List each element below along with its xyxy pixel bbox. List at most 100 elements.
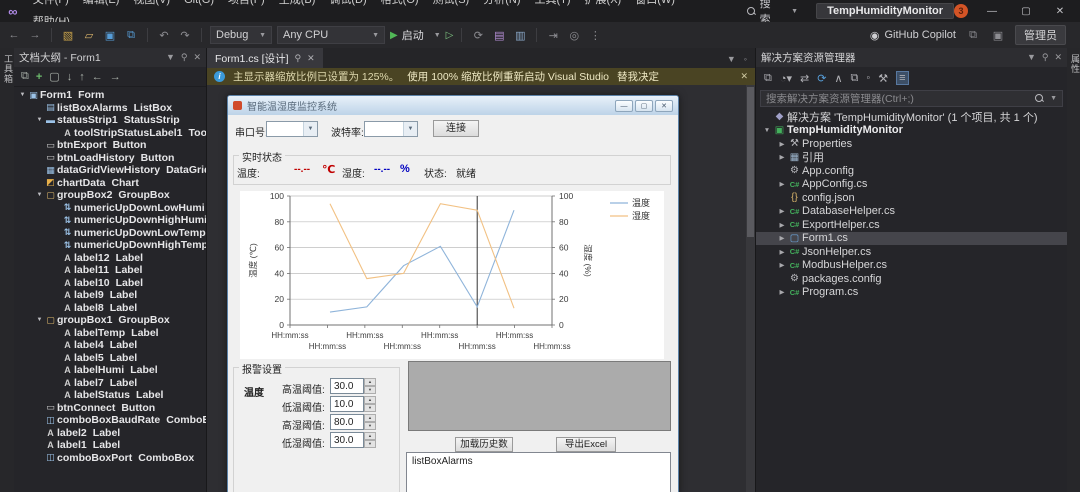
save-all-icon[interactable]: ⧉ — [123, 29, 139, 42]
solution-item-properties[interactable]: ▶ ⚒ Properties — [756, 137, 1067, 151]
solution-item-引用[interactable]: ▶ ▦ 引用 — [756, 151, 1067, 164]
outline-item-label8[interactable]: Alabel8 Label — [14, 302, 206, 315]
outline-item-numericupdownhightemp[interactable]: ⇅numericUpDownHighTempNumericUpDown — [14, 239, 206, 252]
window-position-icon[interactable]: ▼ — [1027, 52, 1036, 63]
decide-for-me-link[interactable]: 替我决定 — [617, 69, 659, 84]
solution-item-modbushelper-cs[interactable]: ▶ C# ModbusHelper.cs — [756, 259, 1067, 273]
collapse-all-icon[interactable]: ⧉ — [21, 70, 29, 83]
send-feedback-icon[interactable]: ⧉ — [965, 29, 981, 42]
outline-item-label9[interactable]: Alabel9 Label — [14, 289, 206, 302]
spin-up-icon[interactable]: ▲ — [364, 414, 376, 422]
expanded-arrow-icon[interactable]: ▼ — [35, 192, 44, 198]
outline-item-labelhumi[interactable]: AlabelHumi Label — [14, 364, 206, 377]
menu-git[interactable]: Git(G) — [177, 0, 221, 6]
history-datagrid[interactable] — [408, 361, 671, 431]
solution-item-temphumiditymonitor[interactable]: ▼ ▣ TempHumidityMonitor — [756, 124, 1067, 138]
solution-item-program-cs[interactable]: ▶ C# Program.cs — [756, 286, 1067, 300]
collapsed-arrow-icon[interactable]: ▶ — [777, 153, 787, 161]
outline-item-btnexport[interactable]: ▭ btnExport Button — [14, 139, 206, 152]
save-icon[interactable]: ▣ — [102, 29, 118, 42]
properties-icon[interactable]: ⧉ — [851, 72, 859, 85]
move-out-icon[interactable]: ← — [92, 71, 103, 83]
outline-item-label5[interactable]: Alabel5 Label — [14, 352, 206, 365]
load-history-button[interactable]: 加载历史数 — [455, 437, 513, 452]
menu-build[interactable]: 生成(B) — [272, 0, 323, 6]
high-humi-threshold-input[interactable]: 80.0 — [330, 414, 364, 430]
close-panel-icon[interactable]: ✕ — [193, 52, 201, 63]
preview-icon[interactable]: ◦ — [866, 72, 870, 84]
outline-item-label7[interactable]: Alabel7 Label — [14, 377, 206, 390]
collapsed-arrow-icon[interactable]: ▶ — [777, 261, 787, 269]
notification-badge[interactable]: 3 — [954, 4, 968, 18]
menu-window[interactable]: 窗口(W) — [628, 0, 682, 6]
github-copilot-button[interactable]: ◉ GitHub Copilot — [870, 29, 956, 42]
pin-icon[interactable]: ⚲ — [181, 52, 188, 63]
document-list-chevron-icon[interactable]: ▼ — [727, 54, 736, 64]
restore-button[interactable]: ▢ — [1016, 6, 1036, 17]
menu-project[interactable]: 项目(P) — [221, 0, 272, 6]
document-well-options-icon[interactable]: ◦ — [744, 54, 747, 64]
forms-designer-surface[interactable]: 智能温湿度监控系统 — ▢ ✕ 串口号: ▼ 波特率: ▼ 连接 实时状态 温度… — [207, 85, 755, 492]
toolbar-overflow-icon[interactable]: ⋮ — [587, 29, 603, 42]
collapsed-arrow-icon[interactable]: ▶ — [777, 221, 787, 229]
spin-up-icon[interactable]: ▲ — [364, 396, 376, 404]
show-all-files-icon[interactable]: ≡ — [896, 71, 909, 85]
outline-item-btnconnect[interactable]: ▭ btnConnect Button — [14, 402, 206, 415]
solution-item-databasehelper-cs[interactable]: ▶ C# DatabaseHelper.cs — [756, 205, 1067, 219]
menu-debug[interactable]: 调试(D) — [322, 0, 373, 6]
spin-down-icon[interactable]: ▼ — [364, 404, 376, 412]
move-in-icon[interactable]: → — [110, 71, 121, 83]
close-panel-icon[interactable]: ✕ — [1054, 52, 1062, 63]
low-temp-threshold-input[interactable]: 10.0 — [330, 396, 364, 412]
find-in-files-icon[interactable]: ▤ — [491, 29, 507, 42]
move-down-icon[interactable]: ↓ — [67, 71, 73, 83]
outline-item-numericupdownhighhumi[interactable]: ⇅numericUpDownHighHumiNumericUpDown — [14, 214, 206, 227]
collapsed-arrow-icon[interactable]: ▶ — [777, 140, 787, 148]
high-temp-threshold-input[interactable]: 30.0 — [330, 378, 364, 394]
pin-icon[interactable]: ⚲ — [295, 53, 302, 64]
toolbox-window-icon[interactable]: ▥ — [512, 29, 528, 42]
outline-item-groupbox1[interactable]: ▼ ▢ groupBox1 GroupBox — [14, 314, 206, 327]
outline-item-label12[interactable]: Alabel12 Label — [14, 252, 206, 265]
navigate-back-icon[interactable]: ← — [6, 29, 22, 41]
menu-file[interactable]: 文件(F) — [26, 0, 76, 6]
outline-item-form1[interactable]: ▼ ▣ Form1 Form — [14, 89, 206, 102]
low-humi-threshold-input[interactable]: 30.0 — [330, 432, 364, 448]
spin-up-icon[interactable]: ▲ — [364, 432, 376, 440]
outline-item-labelstatus[interactable]: AlabelStatus Label — [14, 389, 206, 402]
sync-with-active-document-icon[interactable]: ⇄ — [800, 72, 809, 85]
port-combobox[interactable]: ▼ — [266, 121, 318, 137]
start-without-debug-icon[interactable]: ▷ — [446, 30, 454, 41]
undo-icon[interactable]: ↶ — [156, 29, 172, 42]
solution-item-appconfig-cs[interactable]: ▶ C# AppConfig.cs — [756, 178, 1067, 192]
minimize-button[interactable]: — — [982, 6, 1002, 17]
solution-item-app-config[interactable]: ⚙ App.config — [756, 164, 1067, 178]
solution-search-box[interactable]: 搜索解决方案资源管理器(Ctrl+;) ▼ — [760, 90, 1063, 107]
designer-vertical-scrollbar[interactable] — [746, 85, 755, 492]
collapsed-arrow-icon[interactable]: ▶ — [777, 288, 787, 296]
pending-changes-filter-icon[interactable]: ◔▾ — [780, 72, 792, 85]
refresh-icon[interactable]: ⟳ — [817, 72, 826, 85]
close-button[interactable]: ✕ — [1050, 6, 1070, 17]
collapsed-arrow-icon[interactable]: ▶ — [777, 248, 787, 256]
move-up-icon[interactable]: ↑ — [79, 71, 85, 83]
breakpoint-icon[interactable]: ◎ — [566, 29, 582, 42]
outline-item-toolstripstatuslabel1[interactable]: AtoolStripStatusLabel1 ToolStripStatusLab… — [14, 127, 206, 140]
solution-item-form1-cs[interactable]: ▶ ▢ Form1.cs — [756, 231, 1067, 245]
collapsed-arrow-icon[interactable]: ▶ — [777, 207, 787, 215]
outline-item-numericupdownlowhumi[interactable]: ⇅numericUpDownLowHumiNumericUpDown — [14, 202, 206, 215]
menu-tools[interactable]: 工具(T) — [528, 0, 578, 6]
outline-item-datagridviewhistory[interactable]: ▦dataGridViewHistory DataGridView — [14, 164, 206, 177]
outline-item-listboxalarms[interactable]: ▤ listBoxAlarms ListBox — [14, 102, 206, 115]
designed-form-window[interactable]: 智能温湿度监控系统 — ▢ ✕ 串口号: ▼ 波特率: ▼ 连接 实时状态 温度… — [227, 95, 679, 492]
connect-button[interactable]: 连接 — [433, 120, 479, 137]
outline-item-label10[interactable]: Alabel10 Label — [14, 277, 206, 290]
wrench-icon[interactable]: ⚒ — [878, 72, 888, 85]
menu-extensions[interactable]: 扩展(X) — [578, 0, 629, 6]
menu-test[interactable]: 测试(S) — [426, 0, 477, 6]
expanded-arrow-icon[interactable]: ▼ — [18, 92, 27, 98]
properties-tab[interactable]: 属性 — [1069, 48, 1080, 74]
redo-icon[interactable]: ↷ — [177, 29, 193, 42]
outline-item-labeltemp[interactable]: AlabelTemp Label — [14, 327, 206, 340]
solution-item-config-json[interactable]: {} config.json — [756, 191, 1067, 205]
